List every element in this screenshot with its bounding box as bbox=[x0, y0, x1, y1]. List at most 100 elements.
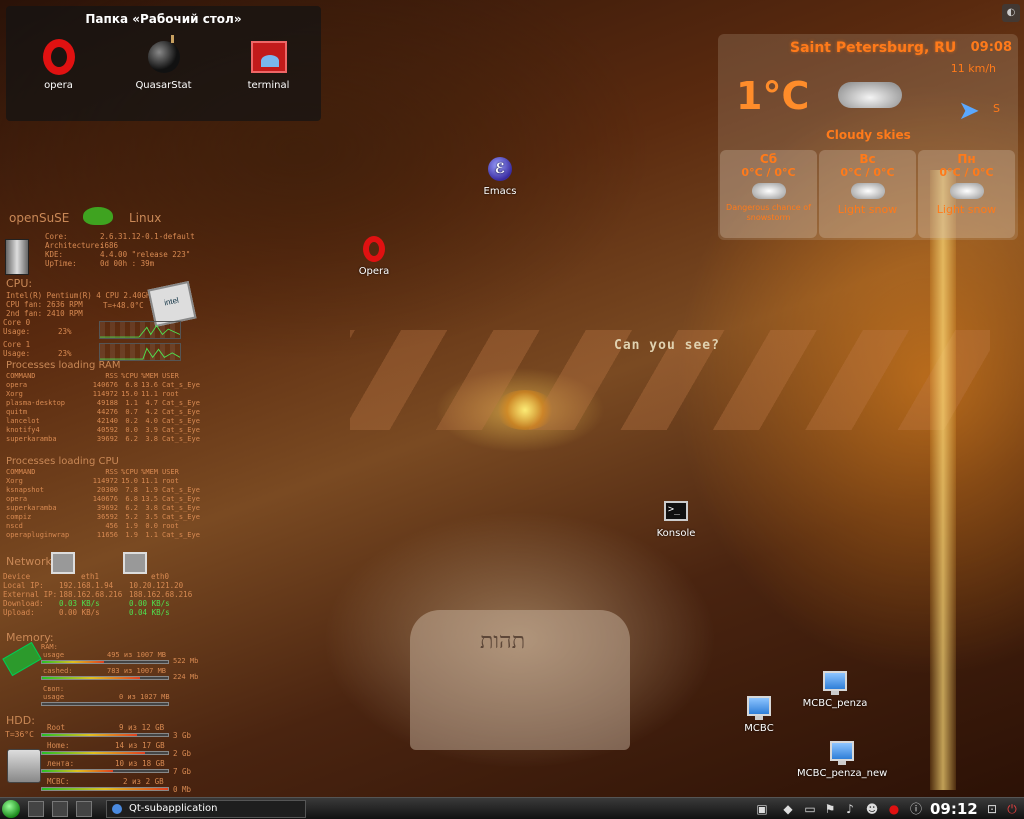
weather-wind-direction: S bbox=[993, 102, 1000, 115]
forecast-day: Вс 0°C / 0°C Light snow bbox=[819, 150, 916, 238]
weather-condition: Cloudy skies bbox=[826, 128, 911, 142]
system-monitor-widget: openSuSE Linux Core: 2.6.31.12-0.1-defaul… bbox=[2, 205, 213, 795]
cloud-icon bbox=[838, 82, 902, 108]
core0-load-graph bbox=[99, 321, 181, 339]
snow-cloud-icon bbox=[949, 183, 984, 199]
power-icon[interactable]: ⏻ bbox=[1004, 801, 1020, 817]
computer-icon bbox=[830, 741, 854, 765]
folder-icon-label: terminal bbox=[247, 80, 290, 91]
computer-icon bbox=[823, 671, 847, 695]
desktop-icon-konsole[interactable]: >_ Konsole bbox=[631, 497, 721, 539]
disk-usage: 9 из 12 GB bbox=[119, 723, 165, 732]
ram-cached-label: cashed: bbox=[43, 667, 73, 675]
computer-tower-icon bbox=[5, 239, 29, 275]
hard-drive-icon bbox=[7, 749, 41, 783]
taskbar-task[interactable]: Qt-subapplication bbox=[106, 800, 306, 818]
ram-free-value: 522 Mb bbox=[173, 657, 199, 665]
weather-time: 09:08 bbox=[970, 40, 1012, 55]
folder-icon-terminal[interactable]: terminal bbox=[224, 38, 314, 91]
forecast-day-temps: 0°C / 0°C bbox=[840, 166, 895, 179]
show-desktop-icon[interactable] bbox=[28, 801, 44, 817]
table-row: ksnapshot 20300 7.8 1.9 Cat_s_Eye bbox=[6, 486, 200, 494]
folder-view-widget: Папка «Рабочий стол» opera QuasarStat te… bbox=[6, 6, 321, 121]
keyboard-layout-icon[interactable]: ⚑ bbox=[822, 801, 838, 817]
desktop-icon-emacs[interactable]: ℰ Emacs bbox=[455, 155, 545, 197]
lock-screen-icon[interactable]: ⊡ bbox=[984, 801, 1000, 817]
disk-usage-bar bbox=[41, 751, 169, 755]
opera-tray-icon[interactable]: ● bbox=[886, 801, 902, 817]
table-row: superkaramba 39692 6.2 3.8 Cat_s_Eye bbox=[6, 435, 200, 443]
forecast-day-temps: 0°C / 0°C bbox=[939, 166, 994, 179]
table-row: opera 140676 6.8 13.5 Cat_s_Eye bbox=[6, 495, 200, 503]
desktop-icon-label: Emacs bbox=[483, 186, 517, 197]
wind-arrow-icon: ➤ bbox=[958, 96, 980, 126]
table-header-row: COMMAND RSS %CPU %MEM USER bbox=[6, 468, 179, 476]
table-row: operapluginwrap 11656 1.9 1.1 Cat_s_Eye bbox=[6, 531, 200, 539]
forecast-day-desc: Light snow bbox=[936, 203, 997, 216]
disk-usage: 10 из 18 GB bbox=[115, 759, 165, 768]
table-row: opera 140676 6.8 13.6 Cat_s_Eye bbox=[6, 381, 200, 389]
snow-cloud-icon bbox=[751, 183, 786, 199]
swap-usage-label: usage bbox=[43, 693, 65, 701]
disk-name: лента: bbox=[47, 759, 75, 768]
forecast-day-desc: Light snow bbox=[837, 203, 898, 216]
emacs-icon: ℰ bbox=[488, 157, 512, 181]
cpu-heading: CPU: bbox=[6, 277, 33, 290]
table-row: nscd 456 1.9 0.0 root bbox=[6, 522, 179, 530]
disk-name: Root bbox=[47, 723, 66, 732]
desktop-icon-label: МСВС_penza bbox=[802, 698, 868, 709]
info-tray-icon[interactable]: ⓘ bbox=[908, 801, 924, 817]
cpu-temperature: T=+48.0°C bbox=[103, 301, 144, 310]
ram-processes-table: COMMAND RSS %CPU %MEM USER opera 140676 6.8 13.… bbox=[6, 372, 200, 444]
messenger-tray-icon[interactable]: ☻ bbox=[864, 801, 880, 817]
konsole-icon: >_ bbox=[664, 501, 688, 521]
swap-usage-bar bbox=[41, 702, 169, 706]
network-tray-icon[interactable]: ▣ bbox=[754, 801, 770, 817]
folder-view-title: Папка «Рабочий стол» bbox=[85, 12, 242, 26]
forecast-day-name: Сб bbox=[759, 152, 778, 166]
core1-info: Core 1 Usage: 23% bbox=[3, 340, 72, 358]
core1-load-graph bbox=[99, 343, 181, 361]
forecast-day: Сб 0°C / 0°C Dangerous chance of snowsto… bbox=[720, 150, 817, 238]
application-launcher-icon[interactable] bbox=[2, 800, 20, 818]
core0-info: Core 0 Usage: 23% bbox=[3, 318, 72, 336]
table-row: Xorg 114972 15.0 11.1 root bbox=[6, 390, 179, 398]
file-manager-icon[interactable] bbox=[52, 801, 68, 817]
network-table: Device eth1 eth0 Local IP: 192.168.1.94 10.2… bbox=[3, 572, 193, 617]
ram-usage-value: 495 из 1007 MB bbox=[107, 651, 167, 659]
table-row: quitm 44276 0.7 4.2 Cat_s_Eye bbox=[6, 408, 200, 416]
weather-wind: 11 km/h bbox=[950, 62, 996, 75]
table-row: compiz 36592 5.2 3.5 Cat_s_Eye bbox=[6, 513, 200, 521]
disk-free: 2 Gb bbox=[173, 749, 192, 758]
desktop-icon-label: МСВС_penza_new bbox=[797, 768, 888, 779]
folder-icon-opera[interactable]: opera bbox=[14, 38, 104, 91]
desktop-icon-mcbc-penza[interactable]: МСВС_penza bbox=[790, 667, 880, 709]
snow-cloud-icon bbox=[850, 183, 885, 199]
forecast-day-name: Пн bbox=[957, 152, 976, 166]
disk-usage-bar bbox=[41, 787, 169, 791]
forecast-day-name: Вс bbox=[859, 152, 876, 166]
terminal-icon bbox=[250, 41, 287, 73]
table-header-row: COMMAND RSS %CPU %MEM USER bbox=[6, 372, 179, 380]
ram-cached-bar bbox=[41, 676, 169, 680]
folder-icon-label: opera bbox=[44, 80, 73, 91]
clock[interactable]: 09:12 bbox=[930, 798, 978, 819]
volume-icon[interactable]: ♪ bbox=[842, 801, 858, 817]
desktop-icon-opera[interactable]: Opera bbox=[329, 235, 419, 277]
ram-module-icon bbox=[2, 641, 42, 677]
forecast-day-temps: 0°C / 0°C bbox=[741, 166, 796, 179]
folder-icon-quasarstat[interactable]: QuasarStat bbox=[119, 35, 209, 91]
disk-free: 3 Gb bbox=[173, 731, 192, 740]
pager-icon[interactable] bbox=[76, 801, 92, 817]
table-row: lancelot 42140 0.2 4.0 Cat_s_Eye bbox=[6, 417, 200, 425]
taskbar: Qt-subapplication ▣ ◆ ▭ ⚑ ♪ ☻ ● ⓘ 09:12 … bbox=[0, 797, 1024, 819]
disk-free: 7 Gb bbox=[173, 767, 192, 776]
nvidia-tray-icon[interactable]: ◆ bbox=[780, 801, 796, 817]
opera-icon bbox=[42, 39, 75, 75]
monitor-tray-icon[interactable]: ▭ bbox=[802, 801, 818, 817]
desktop-icon-mcbc-penza-new[interactable]: МСВС_penza_new bbox=[797, 737, 887, 779]
desktop-toolbox-button[interactable]: ◐ bbox=[1002, 4, 1020, 22]
disk-name: МСВС: bbox=[47, 777, 70, 786]
disk-usage-bar bbox=[41, 733, 169, 737]
opensuse-logo-icon bbox=[83, 207, 113, 225]
